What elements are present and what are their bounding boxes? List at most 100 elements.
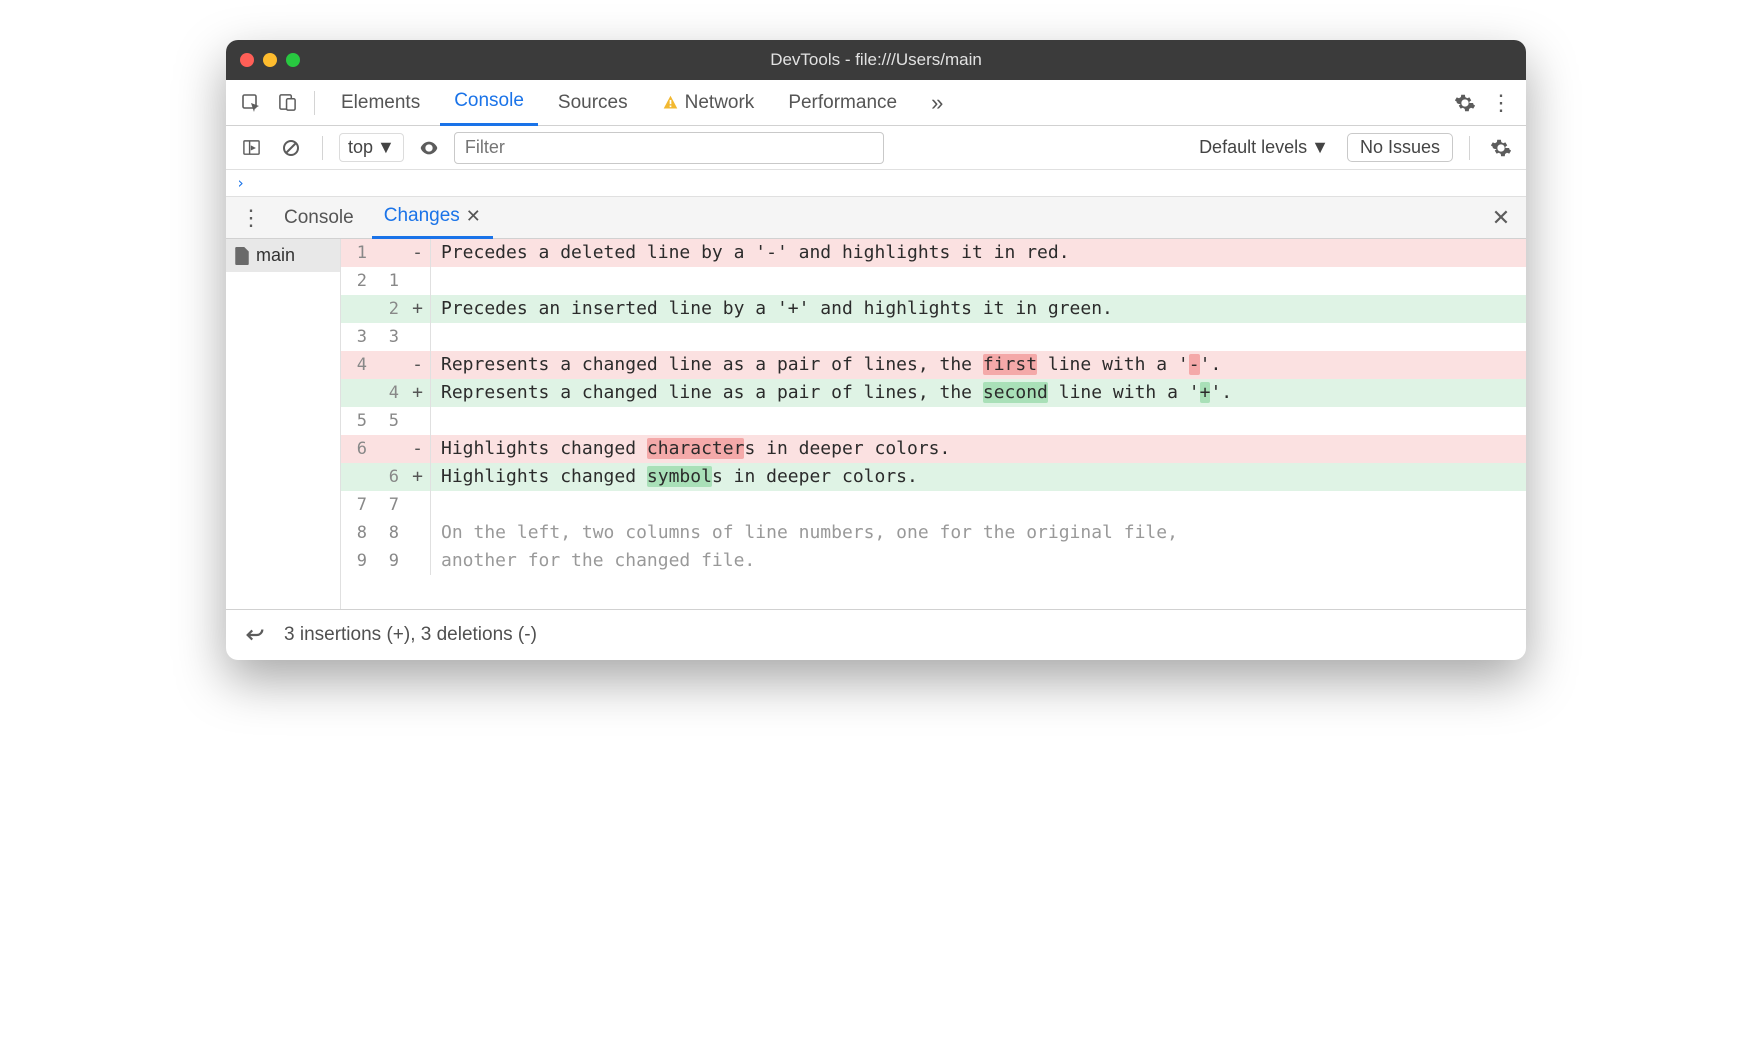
settings-icon[interactable] (1450, 88, 1480, 118)
diff-line: 6+Highlights changed symbols in deeper c… (341, 463, 1526, 491)
close-drawer-icon[interactable]: ✕ (1486, 203, 1516, 233)
drawer-tab-console[interactable]: Console (272, 197, 366, 239)
diff-line: 21 (341, 267, 1526, 295)
diff-code: Highlights changed characters in deeper … (431, 435, 1526, 463)
filter-input[interactable] (454, 132, 884, 164)
line-number-new: 9 (373, 547, 405, 575)
line-number-old: 8 (341, 519, 373, 547)
divider (314, 91, 315, 115)
file-icon (234, 247, 250, 265)
line-number-new: 2 (373, 295, 405, 323)
tab-console[interactable]: Console (440, 80, 538, 126)
tab-network[interactable]: Network (648, 80, 769, 126)
minimize-window-button[interactable] (263, 53, 277, 67)
line-number-new: 8 (373, 519, 405, 547)
revert-icon[interactable] (240, 620, 270, 650)
diff-marker: - (405, 239, 431, 267)
file-tree-item[interactable]: main (226, 239, 340, 272)
drawer-tabs: ⋮ Console Changes ✕ ✕ (226, 197, 1526, 239)
diff-code: Represents a changed line as a pair of l… (431, 351, 1526, 379)
diff-marker (405, 407, 431, 435)
log-level-selector[interactable]: Default levels ▼ (1191, 134, 1337, 161)
diff-code: Precedes an inserted line by a '+' and h… (431, 295, 1526, 323)
diff-line: 4 -Represents a changed line as a pair of… (341, 351, 1526, 379)
context-selector[interactable]: top ▼ (339, 133, 404, 162)
diff-marker: - (405, 435, 431, 463)
diff-line: 99another for the changed file. (341, 547, 1526, 575)
tab-overflow[interactable]: » (917, 80, 957, 126)
live-expression-icon[interactable] (414, 133, 444, 163)
line-number-new: 4 (373, 379, 405, 407)
devtools-window: DevTools - file:///Users/main Elements C… (226, 40, 1526, 660)
diff-code (431, 267, 1526, 295)
close-window-button[interactable] (240, 53, 254, 67)
diff-marker (405, 547, 431, 575)
close-tab-icon[interactable]: ✕ (466, 206, 481, 227)
diff-content[interactable]: 1-Precedes a deleted line by a '-' and h… (341, 239, 1526, 609)
diff-line: 4+Represents a changed line as a pair of… (341, 379, 1526, 407)
diff-marker (405, 491, 431, 519)
drawer-more-icon[interactable]: ⋮ (236, 203, 266, 233)
device-toolbar-icon[interactable] (272, 88, 302, 118)
diff-marker: + (405, 379, 431, 407)
diff-summary-bar: 3 insertions (+), 3 deletions (-) (226, 609, 1526, 660)
log-level-label: Default levels (1199, 137, 1307, 158)
clear-console-icon[interactable] (276, 133, 306, 163)
warning-icon (662, 94, 679, 111)
issues-button[interactable]: No Issues (1347, 133, 1453, 162)
line-number-new: 3 (373, 323, 405, 351)
console-filter-bar: top ▼ Default levels ▼ No Issues (226, 126, 1526, 170)
diff-code: Precedes a deleted line by a '-' and hig… (431, 239, 1526, 267)
tab-elements[interactable]: Elements (327, 80, 434, 126)
line-number-old (341, 463, 373, 491)
diff-line: 2+Precedes an inserted line by a '+' and… (341, 295, 1526, 323)
changes-diff-area: main 1-Precedes a deleted line by a '-' … (226, 239, 1526, 609)
diff-code (431, 323, 1526, 351)
file-tree: main (226, 239, 341, 609)
diff-marker: + (405, 295, 431, 323)
maximize-window-button[interactable] (286, 53, 300, 67)
diff-line: 77 (341, 491, 1526, 519)
chevron-down-icon: ▼ (1311, 137, 1329, 158)
titlebar: DevTools - file:///Users/main (226, 40, 1526, 80)
more-icon[interactable]: ⋮ (1486, 88, 1516, 118)
diff-marker (405, 267, 431, 295)
chevron-down-icon: ▼ (377, 137, 395, 158)
drawer-tab-changes[interactable]: Changes ✕ (372, 197, 493, 239)
line-number-old: 9 (341, 547, 373, 575)
diff-line: 6 -Highlights changed characters in deepe… (341, 435, 1526, 463)
line-number-old: 4 (341, 351, 373, 379)
drawer-tab-changes-label: Changes (384, 205, 460, 227)
line-number-new (373, 351, 405, 379)
line-number-old: 1 (341, 239, 373, 267)
diff-marker (405, 323, 431, 351)
main-tabs-row: Elements Console Sources Network Perform… (226, 80, 1526, 126)
line-number-old: 6 (341, 435, 373, 463)
diff-marker: - (405, 351, 431, 379)
diff-code (431, 491, 1526, 519)
traffic-lights (226, 53, 300, 67)
line-number-old: 7 (341, 491, 373, 519)
tab-sources[interactable]: Sources (544, 80, 642, 126)
line-number-new (373, 239, 405, 267)
diff-code: Highlights changed symbols in deeper col… (431, 463, 1526, 491)
console-prompt[interactable]: › (226, 170, 1526, 197)
diff-summary-text: 3 insertions (+), 3 deletions (-) (284, 624, 537, 646)
tab-performance[interactable]: Performance (774, 80, 911, 126)
diff-line: 88On the left, two columns of line numbe… (341, 519, 1526, 547)
divider (1469, 136, 1470, 160)
diff-code (431, 407, 1526, 435)
diff-marker (405, 519, 431, 547)
window-title: DevTools - file:///Users/main (226, 50, 1526, 70)
diff-line: 33 (341, 323, 1526, 351)
line-number-old (341, 295, 373, 323)
line-number-old (341, 379, 373, 407)
console-settings-icon[interactable] (1486, 133, 1516, 163)
line-number-new: 5 (373, 407, 405, 435)
line-number-new: 7 (373, 491, 405, 519)
line-number-new: 1 (373, 267, 405, 295)
line-number-old: 5 (341, 407, 373, 435)
console-sidebar-toggle-icon[interactable] (236, 133, 266, 163)
diff-line: 55 (341, 407, 1526, 435)
inspect-element-icon[interactable] (236, 88, 266, 118)
